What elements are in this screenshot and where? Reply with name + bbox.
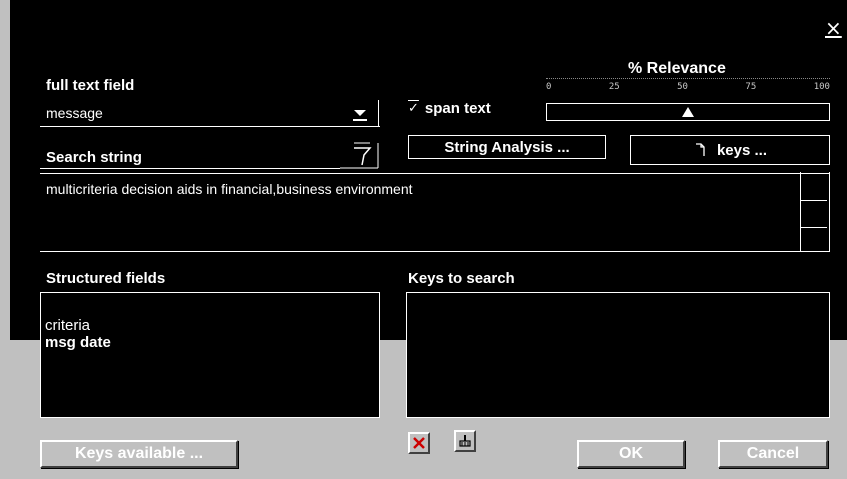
textarea-top-border bbox=[40, 173, 830, 174]
keys-button-label: keys ... bbox=[716, 141, 768, 159]
relevance-scale: 0 25 50 75 100 bbox=[546, 78, 830, 95]
funnel-icon[interactable] bbox=[340, 141, 380, 169]
relevance-tick: 25 bbox=[608, 82, 620, 92]
textarea-scrollbar[interactable] bbox=[800, 172, 802, 252]
structured-fields-list[interactable]: criteria msg date bbox=[40, 292, 380, 418]
full-text-field-label: full text field bbox=[46, 77, 135, 94]
search-label-underline bbox=[40, 168, 340, 169]
clear-keys-button[interactable] bbox=[454, 430, 476, 452]
string-analysis-button[interactable]: String Analysis ... bbox=[408, 135, 606, 159]
select-divider bbox=[378, 100, 379, 127]
relevance-tick: 75 bbox=[745, 82, 757, 92]
span-text-label: span text bbox=[424, 100, 491, 117]
delete-key-button[interactable] bbox=[408, 432, 430, 454]
keys-to-search-list[interactable] bbox=[406, 292, 830, 418]
scrollbar-thumb[interactable] bbox=[801, 227, 827, 228]
scrollbar-thumb[interactable] bbox=[801, 200, 827, 201]
keys-to-search-label: Keys to search bbox=[408, 270, 515, 287]
checkmark-icon: ✓ bbox=[408, 101, 419, 116]
full-text-field-select[interactable]: message bbox=[40, 100, 380, 127]
ok-button[interactable]: OK bbox=[577, 440, 685, 468]
keys-available-button[interactable]: Keys available ... bbox=[40, 440, 238, 468]
cancel-button[interactable]: Cancel bbox=[718, 440, 828, 468]
list-item[interactable]: criteria bbox=[45, 317, 111, 334]
dropdown-arrow-icon[interactable] bbox=[350, 108, 370, 122]
relevance-tick: 50 bbox=[677, 82, 688, 92]
structured-fields-label: Structured fields bbox=[46, 270, 166, 287]
document-icon bbox=[695, 143, 705, 156]
span-text-checkbox[interactable]: ✓ span text bbox=[408, 100, 491, 117]
relevance-slider[interactable] bbox=[546, 103, 830, 121]
list-item[interactable]: msg date bbox=[45, 334, 111, 351]
relevance-title: % Relevance bbox=[628, 60, 726, 77]
search-string-label: Search string bbox=[46, 149, 142, 166]
relevance-slider-thumb[interactable] bbox=[682, 107, 694, 117]
search-string-value: multicriteria decision aids in financial… bbox=[46, 181, 413, 197]
relevance-tick: 100 bbox=[813, 82, 830, 92]
relevance-tick: 0 bbox=[546, 82, 552, 92]
keys-button[interactable]: keys ... bbox=[630, 135, 830, 165]
close-icon[interactable]: × bbox=[825, 18, 842, 38]
brush-icon bbox=[459, 435, 471, 447]
search-string-textarea[interactable]: multicriteria decision aids in financial… bbox=[40, 172, 830, 252]
delete-icon bbox=[413, 437, 425, 449]
full-text-field-value: message bbox=[46, 105, 103, 121]
